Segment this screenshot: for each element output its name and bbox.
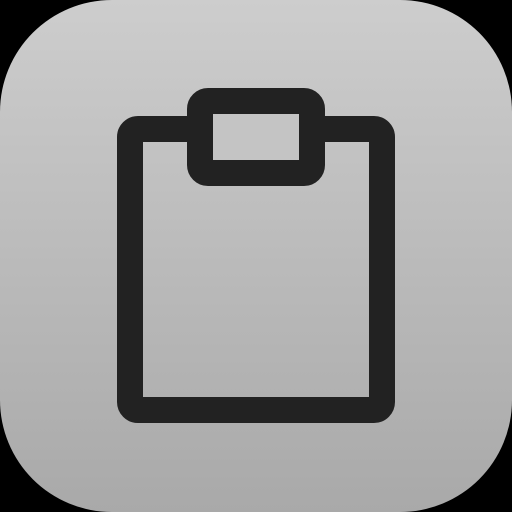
app-icon[interactable] xyxy=(0,0,512,512)
clipboard-icon xyxy=(117,88,395,423)
